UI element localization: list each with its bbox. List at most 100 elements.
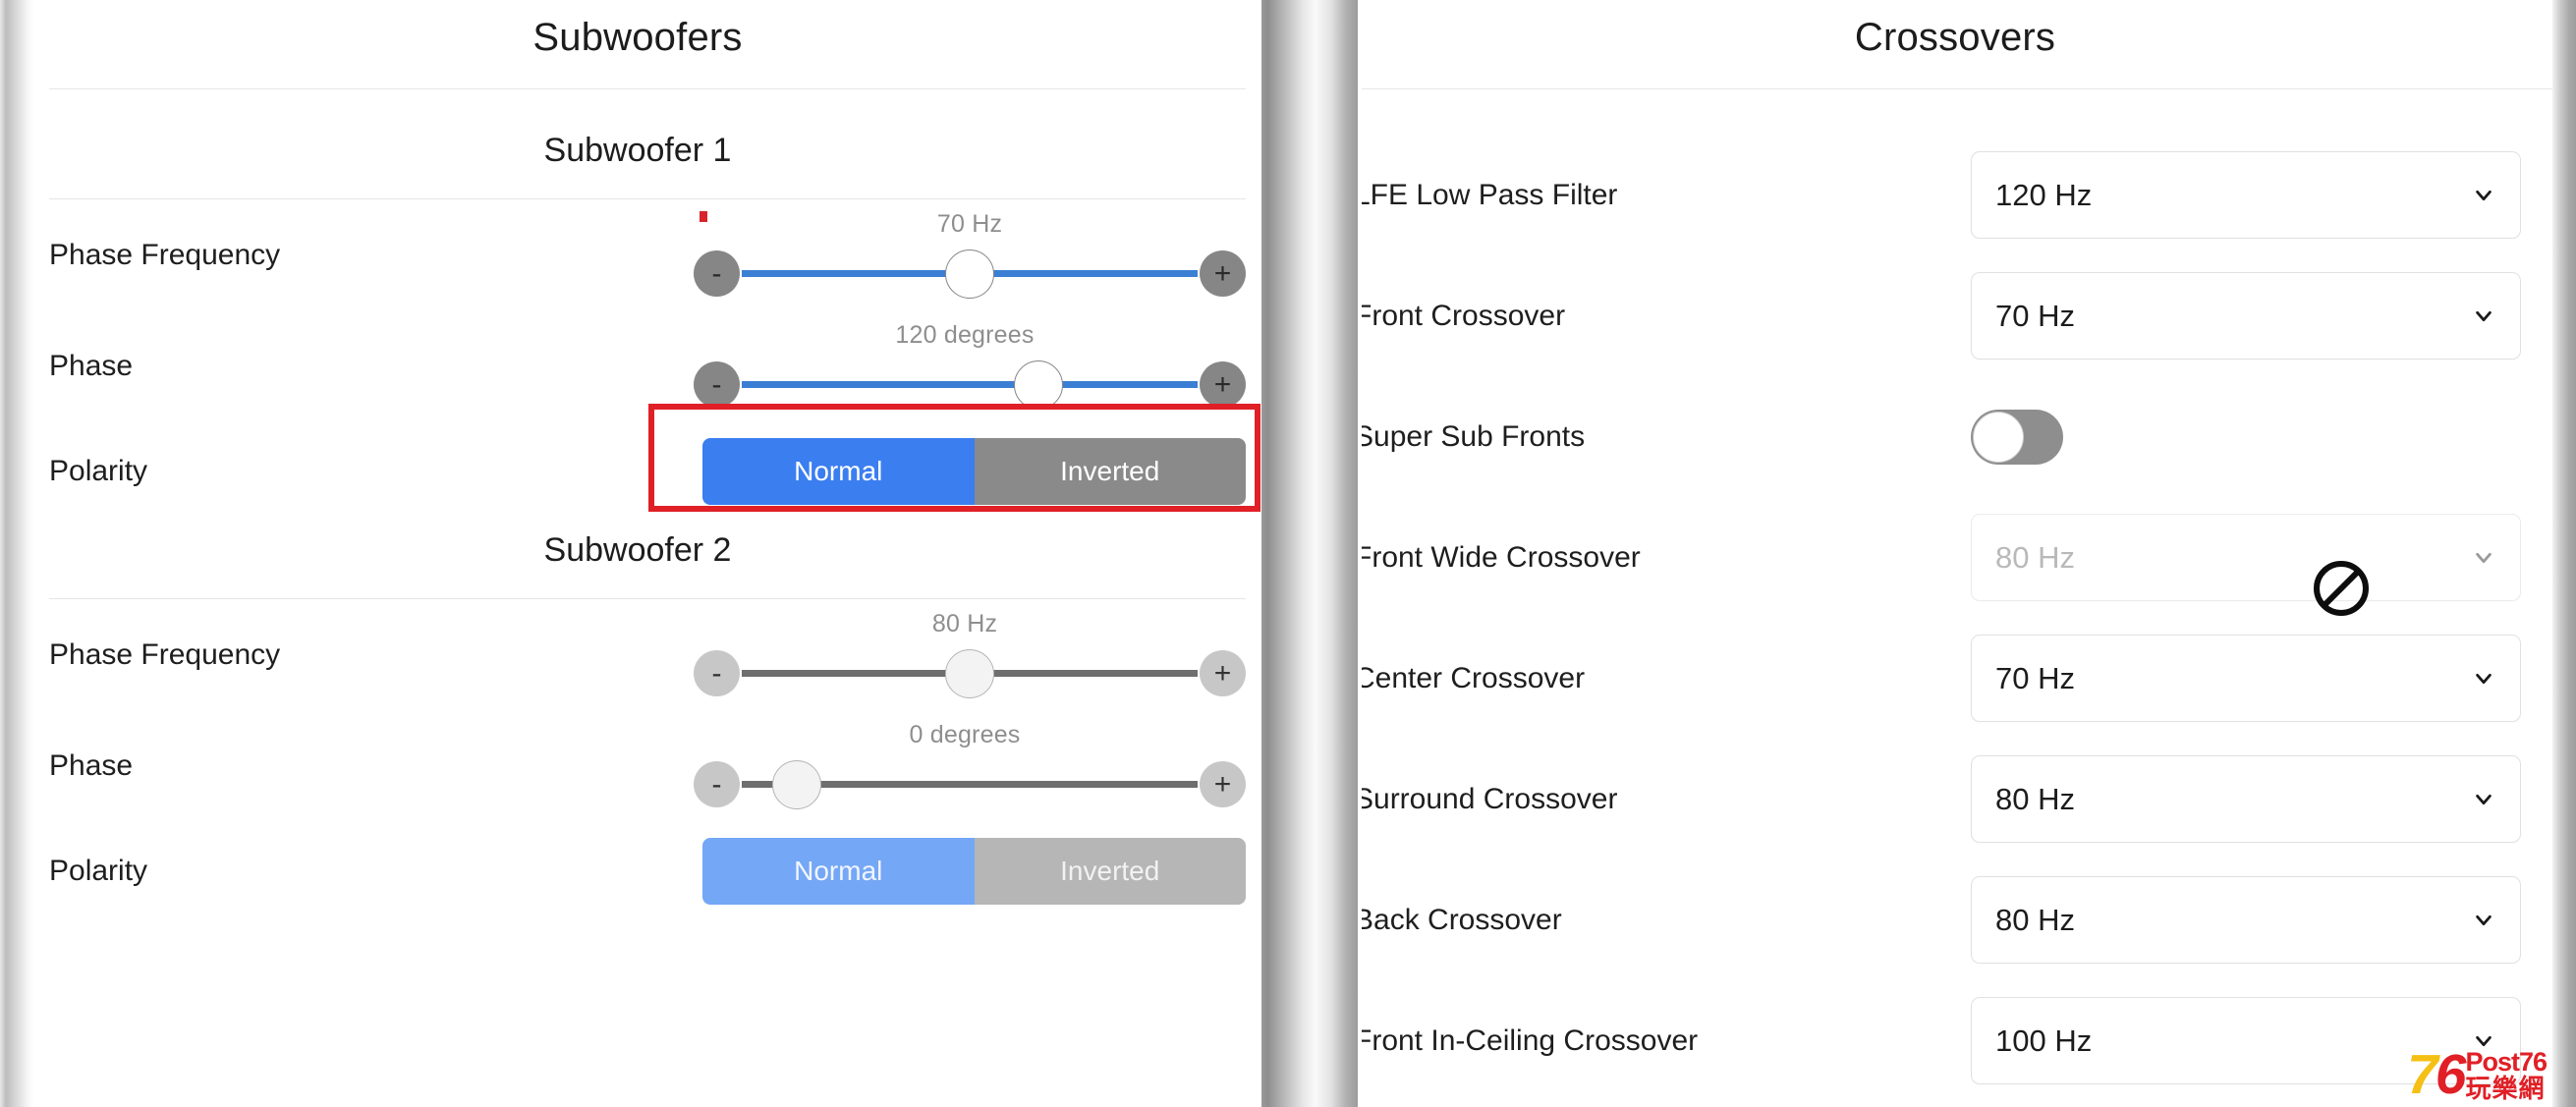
select-front-crossover[interactable]: 70 Hz xyxy=(1971,272,2521,360)
select-value: 70 Hz xyxy=(1995,660,2075,695)
polarity-option-inverted[interactable]: Inverted xyxy=(974,838,1246,905)
label-sub1-phase-frequency: Phase Frequency xyxy=(49,238,281,271)
control-sub1-polarity: Normal Inverted xyxy=(147,438,1246,505)
slider-sub2-phase[interactable]: 0 degrees - + xyxy=(694,721,1246,811)
slider-knob[interactable] xyxy=(771,759,821,809)
row-sub1-phase: Phase 120 degrees - + xyxy=(33,310,1261,421)
section-title-subwoofer-2: Subwoofer 2 xyxy=(543,531,732,569)
polarity-option-normal[interactable]: Normal xyxy=(702,838,975,905)
increment-button[interactable]: + xyxy=(1200,761,1246,807)
slider-track-row: - + xyxy=(694,758,1246,811)
control-front-crossover: 70 Hz xyxy=(1565,272,2521,360)
control-sub2-phase: 0 degrees - + xyxy=(133,721,1246,811)
increment-button[interactable]: + xyxy=(1200,250,1246,297)
label-sub2-phase-frequency: Phase Frequency xyxy=(49,637,281,671)
toggle-super-sub-fronts[interactable] xyxy=(1971,409,2063,465)
control-front-in-ceiling-crossover: 100 Hz xyxy=(1698,997,2521,1084)
row-back-crossover: Back Crossover 80 Hz xyxy=(1354,859,2556,980)
row-sub2-phase-frequency: Phase Frequency 80 Hz - + xyxy=(33,599,1261,710)
slider-track[interactable] xyxy=(742,759,1198,809)
decrement-button[interactable]: - xyxy=(694,250,740,297)
row-sub2-phase: Phase 0 degrees - + xyxy=(33,710,1261,821)
chevron-down-icon xyxy=(2473,789,2494,810)
decrement-button[interactable]: - xyxy=(694,650,740,696)
label-super-sub-fronts: Super Sub Fronts xyxy=(1354,419,1586,453)
left-window-edge xyxy=(0,0,33,1107)
slider-track[interactable] xyxy=(742,249,1198,299)
row-front-wide-crossover: Front Wide Crossover 80 Hz xyxy=(1354,497,2556,618)
select-value: 100 Hz xyxy=(1995,1023,2093,1058)
chevron-down-icon xyxy=(2473,668,2494,690)
select-lfe-low-pass-filter[interactable]: 120 Hz xyxy=(1971,151,2521,239)
slider-track[interactable] xyxy=(742,360,1198,410)
slider-sub2-phase-frequency[interactable]: 80 Hz - + xyxy=(694,610,1246,700)
select-value: 80 Hz xyxy=(1995,902,2075,937)
select-value: 120 Hz xyxy=(1995,177,2093,212)
chevron-down-icon xyxy=(2473,547,2494,569)
slider-sub1-phase[interactable]: 120 degrees - + xyxy=(694,321,1246,412)
label-surround-crossover: Surround Crossover xyxy=(1354,782,1618,815)
slider-knob[interactable] xyxy=(1013,360,1063,410)
row-center-crossover: Center Crossover 70 Hz xyxy=(1354,618,2556,739)
chevron-down-icon xyxy=(2473,1030,2494,1052)
segmented-sub1-polarity[interactable]: Normal Inverted xyxy=(702,438,1246,505)
select-front-wide-crossover: 80 Hz xyxy=(1971,514,2521,601)
chevron-down-icon xyxy=(2473,305,2494,327)
increment-button[interactable]: + xyxy=(1200,361,1246,408)
label-front-wide-crossover: Front Wide Crossover xyxy=(1354,540,1641,574)
panel-divider xyxy=(1261,0,1362,1107)
slider-track-row: - + xyxy=(694,359,1246,412)
row-sub1-phase-frequency: Phase Frequency 70 Hz - + xyxy=(33,199,1261,310)
value-sub1-phase-frequency: 70 Hz xyxy=(936,209,1003,238)
value-sub2-phase-frequency: 80 Hz xyxy=(931,609,998,637)
control-surround-crossover: 80 Hz xyxy=(1617,755,2521,843)
segmented-sub2-polarity[interactable]: Normal Inverted xyxy=(702,838,1246,905)
control-back-crossover: 80 Hz xyxy=(1562,876,2521,964)
polarity-option-normal[interactable]: Normal xyxy=(702,438,975,505)
control-sub2-phase-frequency: 80 Hz - + xyxy=(280,610,1246,700)
polarity-option-inverted[interactable]: Inverted xyxy=(974,438,1246,505)
chevron-down-icon xyxy=(2473,910,2494,931)
slider-sub1-phase-frequency[interactable]: 70 Hz - + xyxy=(694,210,1246,301)
crossovers-panel: Crossovers LFE Low Pass Filter 120 Hz Fr… xyxy=(1354,0,2556,1107)
label-sub2-polarity: Polarity xyxy=(49,855,148,887)
label-back-crossover: Back Crossover xyxy=(1354,903,1562,936)
increment-button[interactable]: + xyxy=(1200,650,1246,696)
value-sub1-phase: 120 degrees xyxy=(895,320,1035,349)
subwoofers-panel: Subwoofers Subwoofer 1 Phase Frequency 7… xyxy=(33,0,1261,1107)
control-front-wide-crossover: 80 Hz xyxy=(1641,514,2521,601)
control-sub1-phase: 120 degrees - + xyxy=(133,321,1246,412)
slider-knob[interactable] xyxy=(945,648,994,698)
row-sub2-polarity: Polarity Normal Inverted xyxy=(33,821,1261,921)
row-lfe-low-pass-filter: LFE Low Pass Filter 120 Hz xyxy=(1354,135,2556,255)
select-surround-crossover[interactable]: 80 Hz xyxy=(1971,755,2521,843)
slider-track-row: - + xyxy=(694,647,1246,700)
label-center-crossover: Center Crossover xyxy=(1354,661,1586,694)
control-center-crossover: 70 Hz xyxy=(1585,635,2521,722)
row-sub1-polarity: Polarity Normal Inverted xyxy=(33,421,1261,522)
label-front-in-ceiling-crossover: Front In-Ceiling Crossover xyxy=(1354,1024,1699,1057)
value-sub2-phase: 0 degrees xyxy=(909,720,1021,748)
page-title-subwoofers: Subwoofers xyxy=(532,16,743,59)
control-lfe-low-pass-filter: 120 Hz xyxy=(1617,151,2521,239)
label-front-crossover: Front Crossover xyxy=(1354,299,1566,332)
label-sub1-polarity: Polarity xyxy=(49,455,148,487)
label-sub1-phase: Phase xyxy=(49,349,134,382)
decrement-button[interactable]: - xyxy=(694,361,740,408)
row-surround-crossover: Surround Crossover 80 Hz xyxy=(1354,739,2556,859)
toggle-knob xyxy=(1973,411,2024,463)
select-center-crossover[interactable]: 70 Hz xyxy=(1971,635,2521,722)
page-title-crossovers: Crossovers xyxy=(1854,16,2056,59)
slider-knob[interactable] xyxy=(945,249,994,299)
label-sub2-phase: Phase xyxy=(49,748,134,782)
row-front-in-ceiling-crossover: Front In-Ceiling Crossover 100 Hz xyxy=(1354,980,2556,1101)
select-back-crossover[interactable]: 80 Hz xyxy=(1971,876,2521,964)
slider-track[interactable] xyxy=(742,648,1198,698)
app-screen: Subwoofers Subwoofer 1 Phase Frequency 7… xyxy=(0,0,2576,1107)
control-super-sub-fronts xyxy=(1585,409,2521,465)
section-title-subwoofer-1: Subwoofer 1 xyxy=(543,132,732,169)
decrement-button[interactable]: - xyxy=(694,761,740,807)
label-lfe-low-pass-filter: LFE Low Pass Filter xyxy=(1354,178,1618,211)
select-front-in-ceiling-crossover[interactable]: 100 Hz xyxy=(1971,997,2521,1084)
control-sub1-phase-frequency: 70 Hz - + xyxy=(280,210,1246,301)
